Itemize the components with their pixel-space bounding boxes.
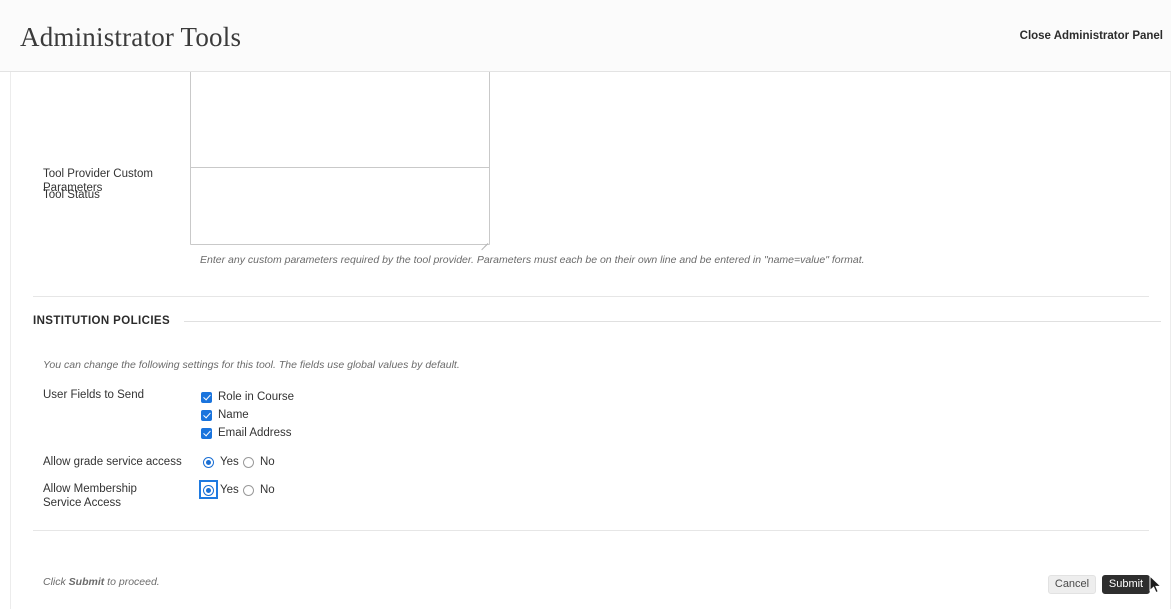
checkbox-indicator[interactable] — [201, 409, 212, 421]
custom-parameters-help-text: Enter any custom parameters required by … — [200, 254, 865, 266]
custom-parameters-textarea[interactable] — [190, 167, 490, 245]
admin-tools-page: Administrator Tools Close Administrator … — [0, 0, 1171, 609]
membership-service-option-no-label: No — [260, 484, 275, 496]
membership-service-option-no[interactable]: No — [243, 484, 275, 496]
grade-service-option-no[interactable]: No — [243, 456, 275, 468]
user-field-email-address-label: Email Address — [218, 427, 292, 439]
section-divider-top — [33, 296, 1149, 297]
institution-policies-heading: INSTITUTION POLICIES — [33, 315, 1161, 327]
radio-indicator[interactable] — [243, 484, 254, 496]
user-field-name[interactable]: Name — [201, 409, 249, 421]
user-field-role-in-course[interactable]: Role in Course — [201, 391, 294, 403]
submit-button[interactable]: Submit — [1102, 575, 1150, 594]
radio-indicator[interactable] — [203, 484, 214, 496]
page-header: Administrator Tools Close Administrator … — [0, 0, 1171, 72]
radio-indicator[interactable] — [243, 456, 254, 468]
membership-service-option-yes-label: Yes — [220, 484, 239, 496]
description-textarea[interactable] — [190, 72, 490, 172]
grade-service-option-yes-label: Yes — [220, 456, 239, 468]
grade-service-option-yes[interactable]: Yes — [203, 456, 239, 468]
user-field-role-in-course-label: Role in Course — [218, 391, 295, 403]
user-field-email-address[interactable]: Email Address — [201, 427, 292, 439]
membership-service-option-yes[interactable]: Yes — [199, 480, 239, 499]
allow-grade-service-access-label: Allow grade service access — [43, 456, 182, 468]
submit-instruction-keyword: Submit — [68, 576, 105, 588]
user-fields-to-send-label: User Fields to Send — [43, 389, 144, 401]
content-panel: Tool Status Approved Excluded Tool Provi… — [10, 72, 1171, 609]
institution-policies-heading-text: INSTITUTION POLICIES — [33, 315, 171, 327]
grade-service-option-no-label: No — [260, 456, 275, 468]
section-divider-bottom — [33, 530, 1149, 531]
page-title: Administrator Tools — [20, 22, 242, 52]
heading-rule — [184, 320, 1161, 322]
allow-membership-service-access-label: Allow Membership Service Access — [43, 483, 137, 509]
user-field-name-label: Name — [218, 409, 249, 421]
checkbox-indicator[interactable] — [201, 427, 212, 439]
submit-instruction-suffix: to proceed. — [104, 576, 160, 588]
submit-instruction-prefix: Click — [43, 576, 69, 588]
cancel-button[interactable]: Cancel — [1048, 575, 1096, 594]
checkbox-indicator[interactable] — [201, 391, 212, 403]
close-administrator-panel-link[interactable]: Close Administrator Panel — [1020, 30, 1163, 42]
institution-policies-description: You can change the following settings fo… — [43, 359, 460, 371]
submit-instruction: Click Submit to proceed. — [43, 576, 160, 588]
custom-parameters-label: Tool Provider Custom Parameters — [43, 168, 153, 194]
radio-indicator[interactable] — [203, 456, 214, 468]
